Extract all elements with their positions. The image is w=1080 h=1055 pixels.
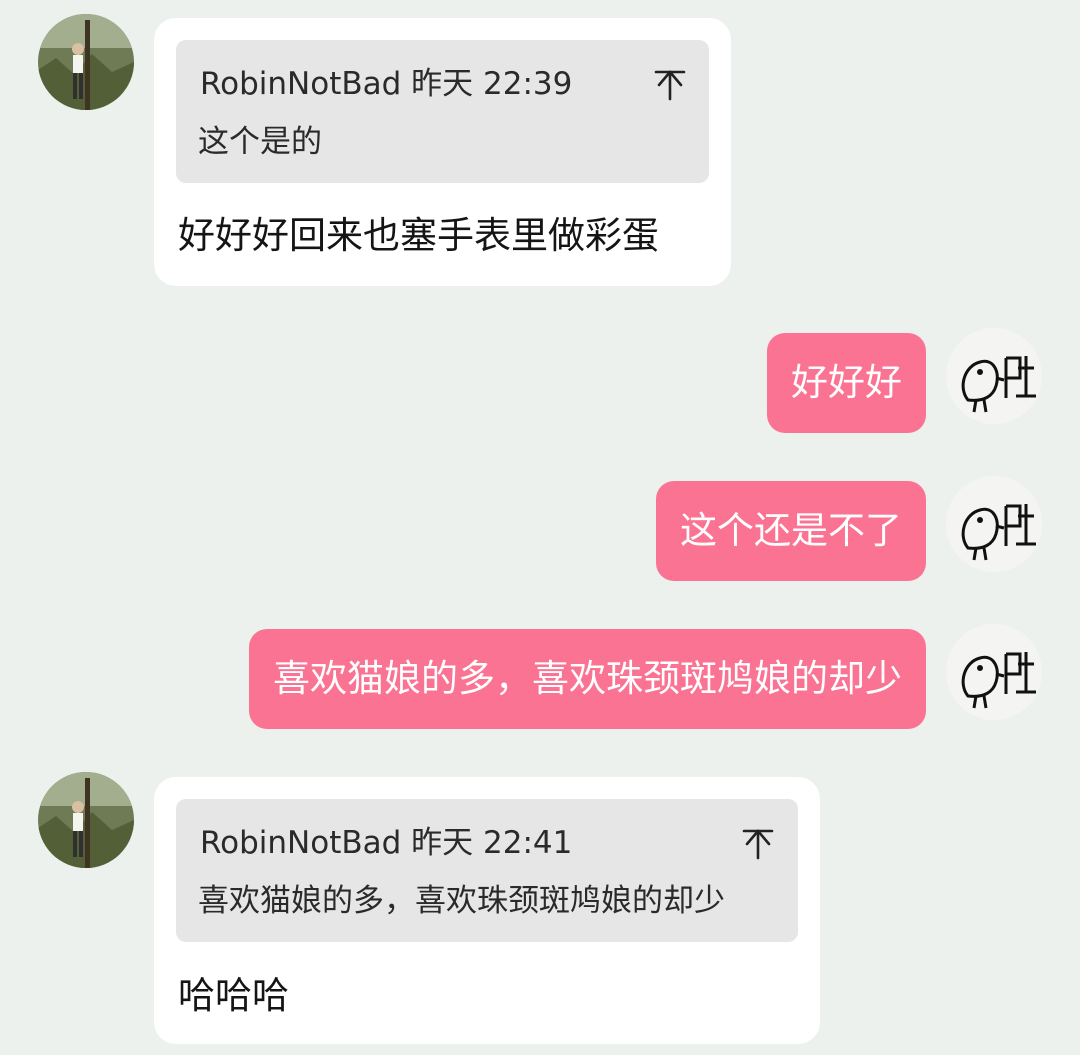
- quoted-message[interactable]: RobinNotBad 昨天 22:39 这个是的: [176, 40, 709, 183]
- incoming-message[interactable]: RobinNotBad 昨天 22:41 喜欢猫娘的多，喜欢珠颈斑鸠娘的却少 哈…: [154, 777, 820, 1044]
- forest-photo-avatar-icon: [38, 772, 134, 868]
- fold-arrow-icon[interactable]: [738, 823, 778, 863]
- quote-author: RobinNotBad: [200, 66, 402, 102]
- fold-arrow-icon[interactable]: [650, 64, 690, 104]
- quote-date: 昨天: [411, 66, 474, 102]
- my-avatar[interactable]: [946, 476, 1042, 572]
- quote-meta: RobinNotBad 昨天 22:41: [200, 823, 572, 863]
- quote-date: 昨天: [411, 825, 474, 861]
- dove-doodle-avatar-icon: [946, 624, 1042, 720]
- dove-doodle-avatar-icon: [946, 328, 1042, 424]
- quote-author: RobinNotBad: [200, 825, 402, 861]
- incoming-message[interactable]: RobinNotBad 昨天 22:39 这个是的 好好好回来也塞手表里做彩蛋: [154, 18, 731, 286]
- quote-text: 这个是的: [198, 124, 322, 160]
- quote-time: 22:41: [483, 825, 573, 861]
- quote-meta: RobinNotBad 昨天 22:39: [200, 64, 572, 104]
- message-text: 好好好回来也塞手表里做彩蛋: [178, 214, 659, 257]
- outgoing-message[interactable]: 喜欢猫娘的多，喜欢珠颈斑鸠娘的却少: [249, 629, 926, 729]
- forest-photo-avatar-icon: [38, 14, 134, 110]
- contact-avatar[interactable]: [38, 772, 134, 868]
- my-avatar[interactable]: [946, 328, 1042, 424]
- quoted-message[interactable]: RobinNotBad 昨天 22:41 喜欢猫娘的多，喜欢珠颈斑鸠娘的却少: [176, 799, 798, 942]
- message-text: 哈哈哈: [178, 974, 289, 1017]
- quote-text: 喜欢猫娘的多，喜欢珠颈斑鸠娘的却少: [198, 883, 725, 919]
- dove-doodle-avatar-icon: [946, 476, 1042, 572]
- contact-avatar[interactable]: [38, 14, 134, 110]
- my-avatar[interactable]: [946, 624, 1042, 720]
- outgoing-message[interactable]: 好好好: [767, 333, 926, 433]
- outgoing-message[interactable]: 这个还是不了: [656, 481, 926, 581]
- quote-time: 22:39: [483, 66, 573, 102]
